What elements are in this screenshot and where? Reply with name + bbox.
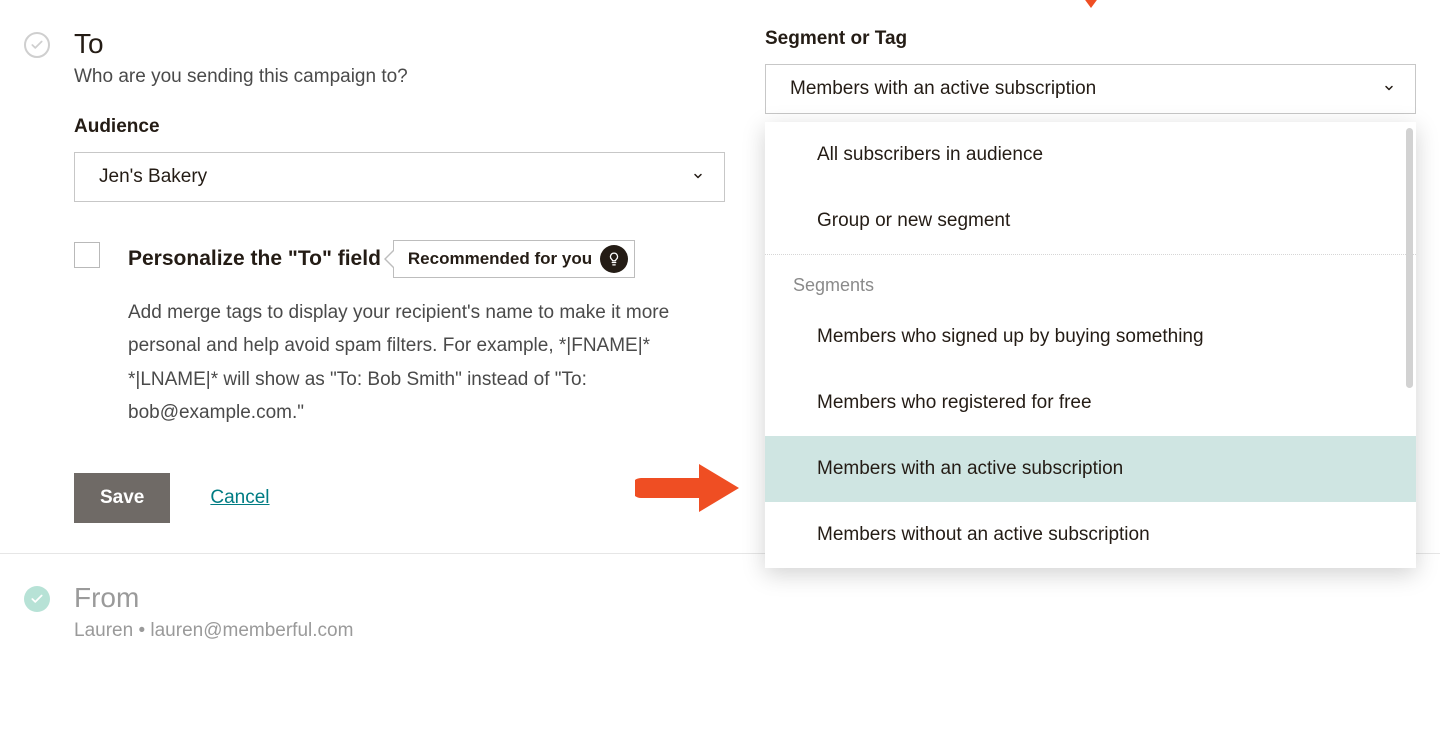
recommended-label: Recommended for you xyxy=(408,249,592,269)
scrollbar[interactable] xyxy=(1406,128,1413,388)
check-circle-icon xyxy=(24,32,50,58)
to-subtitle: Who are you sending this campaign to? xyxy=(74,66,725,88)
to-title: To xyxy=(74,28,725,60)
from-title: From xyxy=(74,582,1416,614)
from-email: lauren@memberful.com xyxy=(150,620,353,641)
cancel-link[interactable]: Cancel xyxy=(210,487,269,509)
from-subtitle: Lauren • lauren@memberful.com xyxy=(74,620,1416,642)
audience-label: Audience xyxy=(74,116,725,138)
dd-option-seg-2[interactable]: Members with an active subscription xyxy=(765,436,1416,502)
personalize-title: Personalize the "To" field xyxy=(128,247,381,271)
check-circle-filled-icon xyxy=(24,586,50,612)
segment-select[interactable]: Members with an active subscription xyxy=(765,64,1416,114)
dd-option-all[interactable]: All subscribers in audience xyxy=(765,122,1416,188)
to-section: To Who are you sending this campaign to?… xyxy=(0,0,1440,554)
recommended-badge: Recommended for you xyxy=(393,240,635,278)
dd-option-seg-3[interactable]: Members without an active subscription xyxy=(765,502,1416,568)
dd-option-seg-1[interactable]: Members who registered for free xyxy=(765,370,1416,436)
from-name: Lauren xyxy=(74,620,133,641)
annotation-arrow-down-icon xyxy=(1056,0,1126,23)
audience-select[interactable]: Jen's Bakery xyxy=(74,152,725,202)
audience-value: Jen's Bakery xyxy=(99,166,207,188)
chevron-down-icon xyxy=(692,169,704,185)
segment-dropdown-list[interactable]: All subscribers in audience Group or new… xyxy=(765,122,1416,568)
save-button[interactable]: Save xyxy=(74,473,170,523)
segment-value: Members with an active subscription xyxy=(790,78,1096,100)
segment-label: Segment or Tag xyxy=(765,28,1416,50)
personalize-desc: Add merge tags to display your recipient… xyxy=(128,296,688,429)
dd-group-label: Segments xyxy=(765,255,1416,304)
segment-dropdown: All subscribers in audience Group or new… xyxy=(765,122,1416,568)
chevron-down-icon xyxy=(1383,81,1395,97)
dd-option-group[interactable]: Group or new segment xyxy=(765,188,1416,254)
annotation-arrow-right-icon xyxy=(635,456,745,525)
from-section: From Lauren • lauren@memberful.com xyxy=(0,554,1440,672)
lightbulb-icon xyxy=(600,245,628,273)
from-separator: • xyxy=(133,620,150,641)
personalize-checkbox[interactable] xyxy=(74,242,100,268)
dd-option-seg-0[interactable]: Members who signed up by buying somethin… xyxy=(765,304,1416,370)
